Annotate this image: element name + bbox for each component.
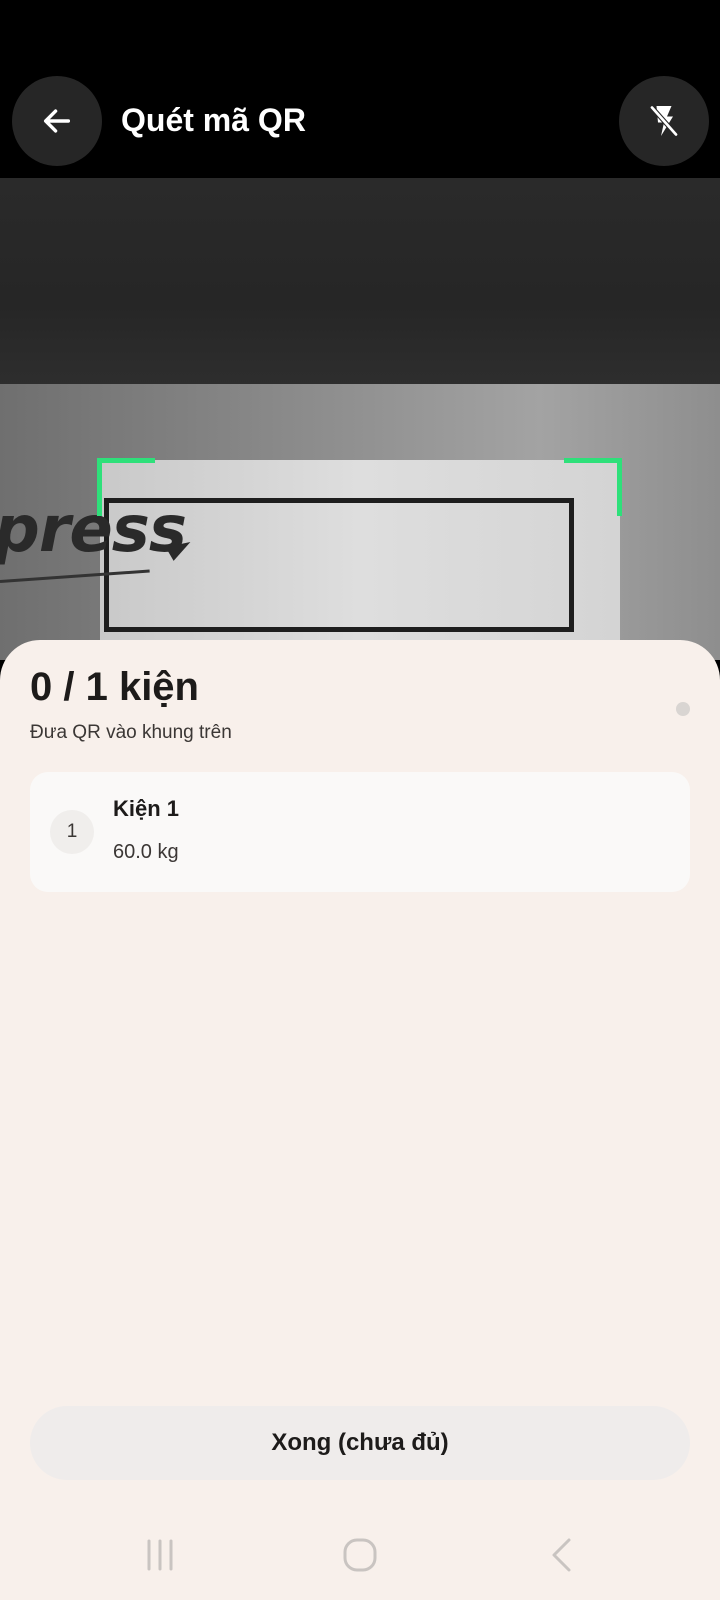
- system-back-button[interactable]: [522, 1520, 602, 1590]
- package-list-item[interactable]: 1 Kiện 1 60.0 kg: [30, 772, 690, 892]
- camera-background-wall: [0, 178, 720, 388]
- status-dot-icon: [676, 702, 690, 716]
- qr-scan-screen: press Quét mã QR 0 / 1 kiện Đưa QR vào k…: [0, 0, 720, 1600]
- arrow-left-icon: [43, 109, 71, 133]
- scan-progress-sheet: 0 / 1 kiện Đưa QR vào khung trên 1 Kiện …: [0, 640, 720, 1600]
- scan-frame-corner-top-right: [564, 458, 622, 516]
- back-button[interactable]: [12, 76, 102, 166]
- recent-apps-icon: [147, 1539, 173, 1571]
- scan-hint: Đưa QR vào khung trên: [30, 722, 232, 743]
- done-button[interactable]: Xong (chưa đủ): [30, 1406, 690, 1480]
- camera-label-brand-text: press: [0, 493, 187, 567]
- package-index-badge: 1: [50, 810, 94, 854]
- nav-back-icon: [552, 1538, 571, 1572]
- home-button[interactable]: [320, 1520, 400, 1590]
- system-navigation-bar: [0, 1500, 720, 1600]
- flash-off-icon: [649, 105, 679, 137]
- recent-apps-button[interactable]: [120, 1520, 200, 1590]
- page-title: Quét mã QR: [121, 102, 306, 138]
- package-weight: 60.0 kg: [113, 841, 179, 863]
- home-icon: [343, 1538, 377, 1572]
- top-app-bar: Quét mã QR: [0, 0, 720, 178]
- package-name: Kiện 1: [113, 796, 180, 821]
- scan-frame-corner-top-left: [97, 458, 155, 516]
- package-count: 0 / 1 kiện: [30, 665, 199, 709]
- flash-toggle-button[interactable]: [619, 76, 709, 166]
